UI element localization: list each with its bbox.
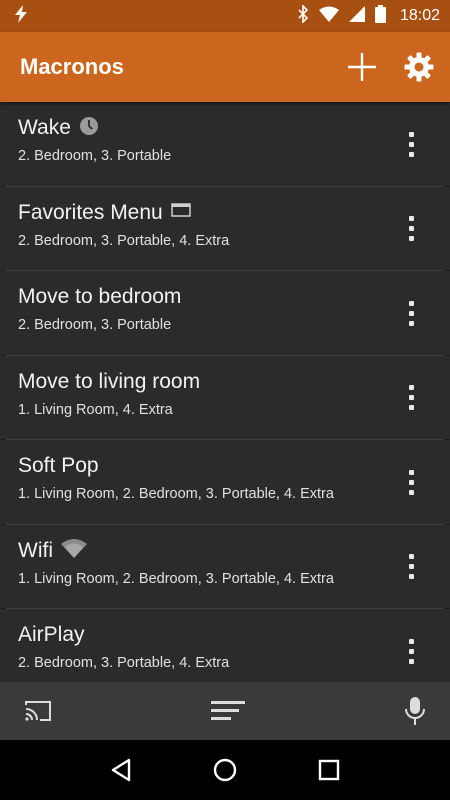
- macro-rooms: 1. Living Room, 4. Extra: [18, 401, 173, 418]
- macro-title: Soft Pop: [18, 454, 99, 477]
- system-nav-bar: [0, 740, 450, 800]
- bottom-action-bar: [0, 682, 450, 740]
- bluetooth-icon: [297, 3, 309, 28]
- macro-item-soft-pop[interactable]: Soft Pop 1. Living Room, 2. Bedroom, 3. …: [0, 440, 450, 525]
- overflow-menu-button[interactable]: [396, 295, 426, 331]
- macro-title: Favorites Menu: [18, 200, 163, 224]
- cast-button[interactable]: [24, 700, 52, 722]
- home-icon: [213, 758, 237, 782]
- back-icon: [112, 758, 131, 782]
- flash-icon: [12, 4, 30, 29]
- queue-button[interactable]: [211, 700, 245, 722]
- macro-title: Move to living room: [18, 369, 201, 393]
- cell-signal-icon: [348, 5, 365, 27]
- overflow-menu-button[interactable]: [396, 464, 426, 500]
- recents-icon: [318, 759, 339, 781]
- voice-button[interactable]: [404, 697, 426, 725]
- macro-list: Wake 2. Bedroom, 3. Portable Favorites M…: [0, 102, 450, 682]
- macro-item-wifi[interactable]: Wifi 1. Living Room, 2. Bedroom, 3. Port…: [0, 525, 450, 609]
- wifi-signal-icon: [318, 6, 339, 27]
- overflow-menu-button[interactable]: [396, 549, 426, 585]
- macro-item-wake[interactable]: Wake 2. Bedroom, 3. Portable: [0, 102, 450, 187]
- microphone-icon: [405, 697, 425, 725]
- app-title: Macronos: [20, 54, 124, 79]
- macro-item-airplay[interactable]: AirPlay 2. Bedroom, 3. Portable, 4. Extr…: [0, 609, 450, 682]
- macro-rooms: 1. Living Room, 2. Bedroom, 3. Portable,…: [18, 570, 334, 587]
- back-button[interactable]: [110, 758, 132, 782]
- wifi-icon: [61, 538, 87, 563]
- queue-icon: [211, 701, 245, 720]
- overflow-menu-button[interactable]: [396, 633, 426, 669]
- overflow-menu-button[interactable]: [396, 126, 426, 162]
- macro-title: AirPlay: [18, 623, 85, 646]
- status-bar: 18:02: [0, 0, 450, 32]
- add-macro-button[interactable]: [346, 51, 378, 83]
- macro-item-move-to-living-room[interactable]: Move to living room 1. Living Room, 4. E…: [0, 356, 450, 440]
- home-button[interactable]: [213, 758, 237, 782]
- macro-rooms: 2. Bedroom, 3. Portable: [18, 317, 172, 333]
- macro-title: Wifi: [18, 538, 53, 562]
- macro-rooms: 2. Bedroom, 3. Portable, 4. Extra: [18, 655, 230, 671]
- recents-button[interactable]: [318, 759, 340, 781]
- battery-icon: [374, 4, 386, 28]
- cast-icon: [25, 701, 51, 721]
- settings-icon: [404, 52, 434, 82]
- macro-rooms: 1. Living Room, 2. Bedroom, 3. Portable,…: [18, 486, 334, 502]
- overflow-menu-button[interactable]: [396, 211, 426, 247]
- macro-item-favorites-menu[interactable]: Favorites Menu 2. Bedroom, 3. Portable, …: [0, 187, 450, 271]
- macro-title: Move to bedroom: [18, 285, 182, 308]
- macro-title: Wake: [18, 116, 71, 139]
- macro-item-move-to-bedroom[interactable]: Move to bedroom 2. Bedroom, 3. Portable: [0, 271, 450, 356]
- window-icon: [170, 202, 191, 223]
- add-icon: [348, 53, 376, 81]
- macro-rooms: 2. Bedroom, 3. Portable, 4. Extra: [18, 232, 230, 249]
- macro-rooms: 2. Bedroom, 3. Portable: [18, 148, 172, 164]
- clock-icon: [79, 116, 99, 141]
- app-bar: Macronos: [0, 32, 450, 102]
- status-time: 18:02: [399, 7, 440, 24]
- overflow-menu-button[interactable]: [396, 380, 426, 416]
- settings-button[interactable]: [404, 52, 434, 82]
